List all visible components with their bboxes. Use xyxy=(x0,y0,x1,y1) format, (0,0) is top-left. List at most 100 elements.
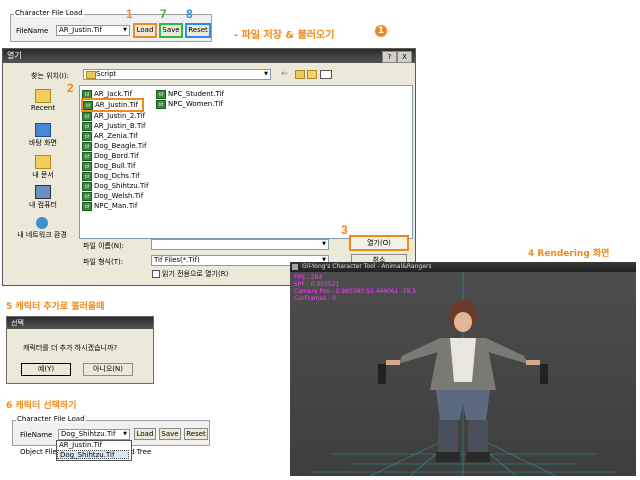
back-icon[interactable]: ← xyxy=(281,69,289,79)
place-documents[interactable]: 내 문서 xyxy=(15,155,71,180)
option-item-selected[interactable]: Dog_Shihtzu.Tif xyxy=(57,450,129,459)
confirm-message: 캐릭터를 더 추가 하시겠습니까? xyxy=(23,344,118,352)
reset-button[interactable]: Reset xyxy=(185,23,211,38)
tif-file-icon: tif xyxy=(82,131,92,141)
tif-file-icon: tif xyxy=(82,151,92,161)
list-item[interactable]: tif Dog_Bord.Tif xyxy=(82,151,139,161)
close-button[interactable]: X xyxy=(397,51,412,63)
viewport-scene xyxy=(310,272,616,476)
filename-input[interactable]: ▼ xyxy=(151,239,329,250)
tif-file-icon: tif xyxy=(156,99,166,109)
fps-readout: FPS : 284 xyxy=(294,274,323,281)
chevron-down-icon[interactable]: ▼ xyxy=(320,240,328,249)
dialog-titlebar: 열기 ? X xyxy=(3,49,415,63)
render-window: Gil-Yong's Character Tool - Animal&Range… xyxy=(290,262,636,476)
tif-file-icon: tif xyxy=(82,161,92,171)
view-menu-icon[interactable] xyxy=(320,70,332,79)
place-computer[interactable]: 내 컴퓨터 xyxy=(15,185,71,210)
desktop-icon xyxy=(35,123,51,137)
heading-rendering: 4 Rendering 화면 xyxy=(528,249,610,259)
open-button[interactable]: 열기(O) xyxy=(349,235,409,251)
filename-label: FileName xyxy=(16,27,49,35)
list-item[interactable]: tif AR_Justin_B.Tif xyxy=(82,121,145,131)
filename-dropdown[interactable]: Dog_Shihtzu.Tif ▼ xyxy=(58,429,130,440)
save-button[interactable]: Save xyxy=(159,23,183,38)
filetype-label: 파일 형식(T): xyxy=(83,258,124,266)
lookin-label: 찾는 위치(I): xyxy=(31,72,69,80)
heading-save-load: - 파일 저장 & 불러오기 xyxy=(234,30,335,41)
filename-options-list: AR_Justin.Tif Dog_Shihtzu.Tif xyxy=(56,440,132,461)
camera-pos-readout: Camera Pos : 0.980363 50.446061 -79.3 xyxy=(294,288,416,295)
help-button[interactable]: ? xyxy=(382,51,397,63)
list-item-selected[interactable]: tif AR_Justin.Tif xyxy=(81,98,145,112)
list-item[interactable]: tif Dog_Dchs.Tif xyxy=(82,171,140,181)
list-item[interactable]: tif Dog_Bull.Tif xyxy=(82,161,135,171)
list-item[interactable]: tif Dog_Welsh.Tif xyxy=(82,191,143,201)
tif-file-icon: tif xyxy=(82,191,92,201)
open-file-dialog: 열기 ? X 찾는 위치(I): Script ▼ ← Recent 바탕 화면… xyxy=(2,48,416,286)
confirm-title: 선택 xyxy=(11,319,24,327)
tif-file-icon: tif xyxy=(82,171,92,181)
render-titlebar: Gil-Yong's Character Tool - Animal&Range… xyxy=(290,262,636,272)
filename-label: 파일 이름(N): xyxy=(83,242,125,250)
frames-readout: CurFrames : 0 xyxy=(294,295,336,302)
save-button[interactable]: Save xyxy=(159,428,181,440)
list-item[interactable]: tif Dog_Shihtzu.Tif xyxy=(82,181,148,191)
filename-dropdown[interactable]: AR_Justin.Tif ▼ xyxy=(56,25,130,36)
network-icon xyxy=(36,217,48,229)
tif-file-icon: tif xyxy=(82,121,92,131)
render-title: Gil-Yong's Character Tool - Animal&Range… xyxy=(302,263,432,270)
list-item[interactable]: tif Dog_Beagle.Tif xyxy=(82,141,146,151)
chevron-down-icon[interactable]: ▼ xyxy=(121,430,129,439)
spf-readout: SPF : 0.003521 xyxy=(294,281,340,288)
load-button[interactable]: Load xyxy=(134,428,156,440)
tree-label: d Tree xyxy=(130,448,152,456)
folder-icon xyxy=(86,71,96,79)
tif-file-icon: tif xyxy=(156,89,166,99)
new-folder-icon[interactable] xyxy=(307,70,317,79)
file-list: tif AR_Jack.Tif tif AR_Justin.Tif tif AR_Ju… xyxy=(79,85,413,239)
no-button[interactable]: 아니오(N) xyxy=(83,363,133,376)
app-icon xyxy=(292,264,298,270)
object-file-label: Object File xyxy=(20,448,57,456)
list-item[interactable]: tif AR_Zenia.Tif xyxy=(82,131,138,141)
step-save-number: 7 xyxy=(160,7,167,21)
recent-folder-icon xyxy=(35,89,51,103)
up-folder-icon[interactable] xyxy=(295,70,305,79)
group-title: Character File Load xyxy=(16,415,86,423)
documents-folder-icon xyxy=(35,155,51,169)
heading-add-character: 5 캐릭터 추가로 불러올때 xyxy=(6,302,105,312)
tif-file-icon: tif xyxy=(82,201,92,211)
heading-select-character: 6 캐릭터 선택하기 xyxy=(6,401,77,411)
place-recent[interactable]: Recent xyxy=(15,89,71,112)
list-item[interactable]: tif AR_Justin_2.Tif xyxy=(82,111,145,121)
list-item[interactable]: tif NPC_Man.Tif xyxy=(82,201,137,211)
chevron-down-icon[interactable]: ▼ xyxy=(262,70,270,79)
load-button[interactable]: Load xyxy=(133,23,157,38)
list-item[interactable]: tif NPC_Student.Tif xyxy=(156,89,224,99)
yes-button[interactable]: 예(Y) xyxy=(21,363,71,376)
group-title: Character File Load xyxy=(14,9,84,17)
place-network[interactable]: 내 네트워크 환경 xyxy=(7,217,77,240)
circled-number-one: 1 xyxy=(375,25,387,37)
dialog-title: 열기 xyxy=(7,51,22,60)
step-file-number: 2 xyxy=(67,81,74,95)
list-item[interactable]: tif NPC_Women.Tif xyxy=(156,99,223,109)
step-reset-number: 8 xyxy=(186,7,193,21)
tif-file-icon: tif xyxy=(83,100,93,110)
tif-file-icon: tif xyxy=(82,111,92,121)
viewport[interactable] xyxy=(290,272,636,476)
readonly-label: 읽기 전용으로 열기(R) xyxy=(162,270,229,278)
reset-button[interactable]: Reset xyxy=(184,428,208,440)
tif-file-icon: tif xyxy=(82,181,92,191)
option-item[interactable]: AR_Justin.Tif xyxy=(59,441,102,450)
readonly-checkbox[interactable] xyxy=(152,270,160,278)
confirm-dialog: 선택 캐릭터를 더 추가 하시겠습니까? 예(Y) 아니오(N) xyxy=(6,316,154,384)
tif-file-icon: tif xyxy=(82,141,92,151)
chevron-down-icon[interactable]: ▼ xyxy=(121,26,129,35)
place-desktop[interactable]: 바탕 화면 xyxy=(15,123,71,148)
confirm-titlebar: 선택 xyxy=(7,317,153,329)
step-open-number: 3 xyxy=(341,223,348,237)
lookin-dropdown[interactable]: Script ▼ xyxy=(83,69,271,80)
computer-icon xyxy=(35,185,51,199)
